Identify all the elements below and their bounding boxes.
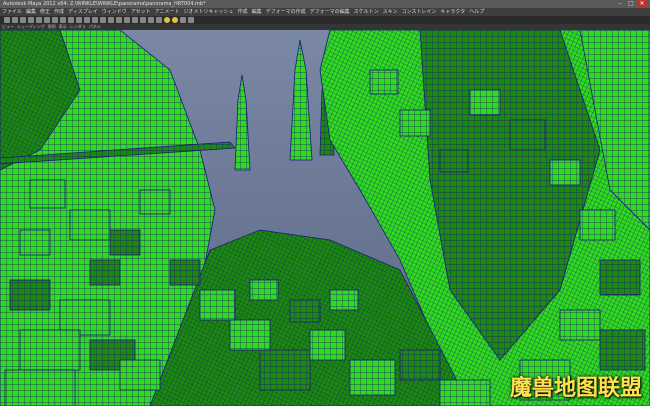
minimize-button[interactable]: – — [615, 0, 625, 7]
status-toolbar — [0, 16, 650, 24]
maximize-button[interactable]: □ — [626, 0, 636, 7]
menu-item[interactable]: アセット — [131, 8, 151, 16]
building-block-wire — [70, 210, 110, 240]
building-block-wire — [580, 210, 615, 240]
building-block-wire — [560, 310, 600, 340]
menu-item[interactable]: 修正 — [40, 8, 50, 16]
building-block-wire — [30, 180, 65, 208]
menu-item[interactable]: デフォーマの編集 — [310, 8, 350, 16]
menu-item[interactable]: 作成 — [54, 8, 64, 16]
menu-item[interactable]: スキン — [383, 8, 398, 16]
toolbar-button-icon[interactable] — [28, 17, 34, 23]
building-block-wire — [510, 120, 545, 150]
toolbar-button-icon[interactable] — [36, 17, 42, 23]
main-menu-bar: ファイル 編集 修正 作成 ディスプレイ ウィンドウ アセット アニメート ジオメトリキャッシュ… — [0, 8, 650, 16]
title-bar: Autodesk Maya 2012 x64: Z:\WINKLE\WINKLE… — [0, 0, 650, 8]
building-block-wire — [400, 110, 430, 136]
toolbar-button-icon[interactable] — [172, 17, 178, 23]
toolbar-button-icon[interactable] — [76, 17, 82, 23]
building-block-wire — [330, 290, 358, 310]
toolbar-button-icon[interactable] — [164, 17, 170, 23]
watermark-text: 魔兽地图联盟 — [509, 376, 642, 401]
toolbar-button-icon[interactable] — [100, 17, 106, 23]
menu-item[interactable]: デフォーマの作成 — [266, 8, 306, 16]
window-controls: – □ ✕ — [615, 0, 647, 8]
building-block-wire — [600, 260, 640, 295]
menu-item[interactable]: キャラクタ — [440, 8, 465, 16]
menu-item[interactable]: 編集 — [252, 8, 262, 16]
menu-item[interactable]: ウィンドウ — [102, 8, 127, 16]
building-block-wire — [250, 280, 278, 300]
toolbar-button-icon[interactable] — [68, 17, 74, 23]
building-block-wire — [600, 330, 645, 370]
toolbar-button-icon[interactable] — [116, 17, 122, 23]
toolbar-button-icon[interactable] — [124, 17, 130, 23]
maya-window: Autodesk Maya 2012 x64: Z:\WINKLE\WINKLE… — [0, 0, 650, 406]
building-block-wire — [550, 160, 580, 185]
toolbar-button-icon[interactable] — [60, 17, 66, 23]
building-block-wire — [10, 280, 50, 310]
toolbar-button-icon[interactable] — [12, 17, 18, 23]
building-block-wire — [310, 330, 345, 360]
3d-viewport[interactable]: 魔兽地图联盟 — [0, 30, 650, 406]
building-block-wire — [440, 380, 490, 406]
toolbar-button-icon[interactable] — [20, 17, 26, 23]
toolbar-button-icon[interactable] — [188, 17, 194, 23]
building-block-wire — [440, 150, 468, 172]
menu-item[interactable]: ヘルプ — [469, 8, 484, 16]
viewport-scene[interactable] — [0, 30, 650, 406]
building-block-wire — [90, 260, 120, 285]
building-block-wire — [170, 260, 200, 285]
window-title: Autodesk Maya 2012 x64: Z:\WINKLE\WINKLE… — [3, 1, 206, 7]
toolbar-button-icon[interactable] — [4, 17, 10, 23]
building-block-wire — [140, 190, 170, 214]
building-block-wire — [400, 350, 440, 380]
toolbar-button-icon[interactable] — [148, 17, 154, 23]
menu-item[interactable]: 作成 — [238, 8, 248, 16]
building-block-wire — [20, 230, 50, 255]
menu-item[interactable]: ジオメトリキャッシュ — [184, 8, 234, 16]
building-block-wire — [5, 370, 75, 406]
toolbar-button-icon[interactable] — [108, 17, 114, 23]
tool-icons — [4, 17, 194, 23]
close-button[interactable]: ✕ — [637, 0, 647, 7]
toolbar-button-icon[interactable] — [156, 17, 162, 23]
toolbar-button-icon[interactable] — [140, 17, 146, 23]
toolbar-button-icon[interactable] — [180, 17, 186, 23]
menu-item[interactable]: スケルトン — [354, 8, 379, 16]
menu-item[interactable]: 編集 — [26, 8, 36, 16]
building-block-wire — [110, 230, 140, 255]
building-block-wire — [290, 300, 320, 322]
building-block-wire — [60, 300, 110, 335]
building-block-wire — [470, 90, 500, 115]
building-block-wire — [20, 330, 80, 370]
toolbar-button-icon[interactable] — [52, 17, 58, 23]
building-block-wire — [370, 70, 398, 94]
building-block-wire — [350, 360, 395, 395]
building-block-wire — [200, 290, 235, 320]
building-block-wire — [230, 320, 270, 350]
toolbar-button-icon[interactable] — [132, 17, 138, 23]
menu-item[interactable]: ディスプレイ — [68, 8, 98, 16]
toolbar-button-icon[interactable] — [92, 17, 98, 23]
menu-item[interactable]: コンストレイン — [402, 8, 437, 16]
building-block-wire — [120, 360, 160, 390]
toolbar-button-icon[interactable] — [84, 17, 90, 23]
menu-item[interactable]: ファイル — [2, 8, 22, 16]
menu-item[interactable]: アニメート — [155, 8, 180, 16]
building-block-wire — [260, 350, 310, 390]
toolbar-button-icon[interactable] — [44, 17, 50, 23]
